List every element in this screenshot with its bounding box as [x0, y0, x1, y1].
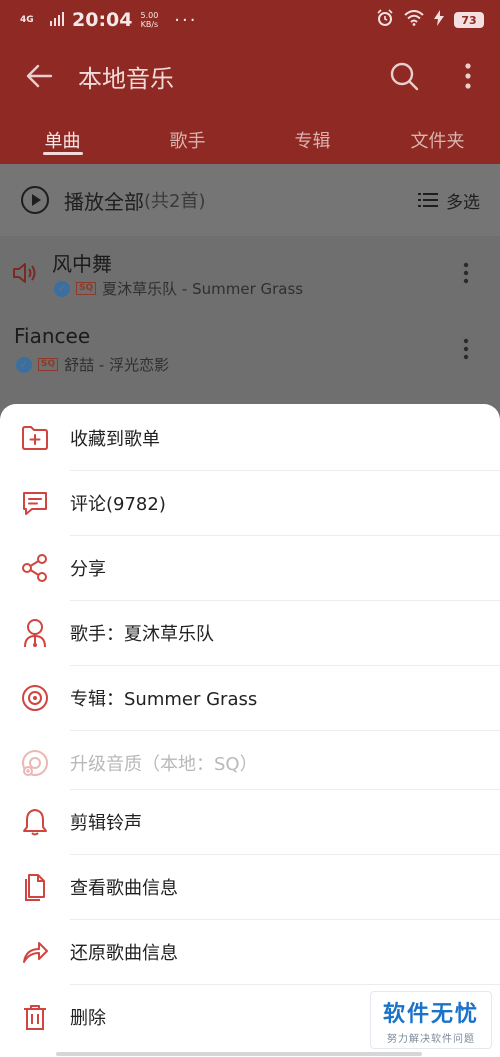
notification-dots: ···	[174, 9, 198, 31]
upgrade-quality-icon	[22, 750, 48, 776]
play-all-bar[interactable]: 播放全部 (共2首) 多选	[0, 164, 500, 236]
charging-icon	[434, 9, 444, 31]
tab-folders[interactable]: 文件夹	[375, 116, 500, 164]
menu-label: 歌手：夏沐草乐队	[70, 624, 214, 645]
search-button[interactable]	[372, 48, 436, 104]
clock: 20:04	[72, 9, 133, 31]
menu-label: 删除	[70, 1008, 106, 1029]
song-actions-sheet: 收藏到歌单 评论(9782) 分享 歌手：夏沐草乐队 专辑：Summer Gra…	[0, 404, 500, 1057]
more-vertical-icon	[465, 63, 471, 89]
folder-add-icon	[22, 426, 48, 450]
menu-artist[interactable]: 歌手：夏沐草乐队	[0, 601, 500, 665]
verified-icon: ✓	[16, 356, 32, 373]
menu-upgrade-quality: 升级音质（本地：SQ）	[0, 731, 500, 795]
bell-icon	[23, 809, 47, 836]
more-vertical-icon	[463, 262, 469, 284]
tab-artists[interactable]: 歌手	[125, 116, 250, 164]
song-row[interactable]: 风中舞 ✓ SQ 夏沐草乐队 - Summer Grass	[0, 236, 500, 312]
alarm-icon	[376, 8, 394, 32]
tab-albums[interactable]: 专辑	[250, 116, 375, 164]
song-row[interactable]: Fiancee ✓ SQ 舒喆 - 浮光恋影	[0, 312, 500, 388]
verified-icon: ✓	[54, 280, 70, 297]
restore-icon	[23, 942, 48, 963]
menu-song-info[interactable]: 查看歌曲信息	[0, 855, 500, 919]
play-all-label: 播放全部	[64, 189, 144, 214]
now-playing-icon	[13, 263, 36, 283]
song-more-button[interactable]	[454, 258, 478, 288]
header: 4G 20:04 5.00 KB/s ··· 73 本地音乐 单曲 歌手 专辑 …	[0, 0, 500, 164]
wifi-icon	[404, 9, 424, 31]
menu-restore-info[interactable]: 还原歌曲信息	[0, 920, 500, 984]
menu-label: 评论(9782)	[70, 494, 166, 515]
tab-bar: 单曲 歌手 专辑 文件夹	[0, 116, 500, 164]
watermark-main: 软件无忧	[382, 1001, 479, 1027]
menu-label: 收藏到歌单	[70, 429, 160, 450]
song-title: 风中舞	[52, 252, 112, 276]
network-indicator: 4G	[20, 14, 34, 25]
menu-ringtone[interactable]: 剪辑铃声	[0, 790, 500, 854]
speed-value: 5.00	[140, 11, 159, 20]
more-vertical-icon	[463, 338, 469, 360]
gesture-bar	[56, 1052, 422, 1056]
menu-label: 分享	[70, 559, 106, 580]
song-more-button[interactable]	[454, 334, 478, 364]
menu-label: 剪辑铃声	[70, 813, 142, 834]
menu-album[interactable]: 专辑：Summer Grass	[0, 666, 500, 730]
page-title: 本地音乐	[78, 64, 174, 93]
menu-label: 查看歌曲信息	[70, 878, 178, 899]
watermark-sub: 努力解决软件问题	[387, 1033, 475, 1045]
more-button[interactable]	[436, 48, 500, 104]
song-meta: 夏沐草乐队 - Summer Grass	[102, 280, 304, 298]
trash-icon	[24, 1005, 46, 1030]
back-button[interactable]	[0, 48, 78, 104]
song-meta: 舒喆 - 浮光恋影	[64, 356, 170, 374]
song-title: Fiancee	[14, 324, 91, 348]
speed-unit: KB/s	[140, 20, 159, 29]
menu-label: 还原歌曲信息	[70, 943, 178, 964]
menu-add-to-playlist[interactable]: 收藏到歌单	[0, 406, 500, 470]
search-icon	[390, 62, 419, 91]
comment-icon	[23, 492, 47, 515]
menu-share[interactable]: 分享	[0, 536, 500, 600]
multi-select-label: 多选	[446, 192, 480, 213]
sq-badge: SQ	[76, 282, 97, 295]
status-bar: 4G 20:04 5.00 KB/s ··· 73	[0, 0, 500, 40]
signal-icon	[50, 10, 64, 31]
watermark-logo: 软件无忧 努力解决软件问题	[370, 991, 492, 1049]
share-icon	[22, 554, 47, 582]
menu-label: 专辑：Summer Grass	[70, 689, 258, 710]
singer-icon	[24, 619, 46, 648]
multi-select-button[interactable]: 多选	[418, 188, 480, 213]
song-count: (共2首)	[144, 191, 206, 212]
network-speed: 5.00 KB/s	[140, 11, 158, 29]
sq-badge: SQ	[38, 358, 59, 371]
battery-level: 73	[454, 12, 484, 28]
app-bar: 本地音乐	[0, 48, 500, 104]
album-icon	[22, 685, 48, 711]
play-circle-icon	[21, 186, 49, 214]
menu-label: 升级音质（本地：SQ）	[70, 754, 258, 775]
back-arrow-icon	[26, 64, 53, 88]
song-info-icon	[25, 874, 45, 901]
menu-comments[interactable]: 评论(9782)	[0, 471, 500, 535]
list-icon	[418, 193, 438, 207]
tab-songs[interactable]: 单曲	[0, 116, 125, 164]
